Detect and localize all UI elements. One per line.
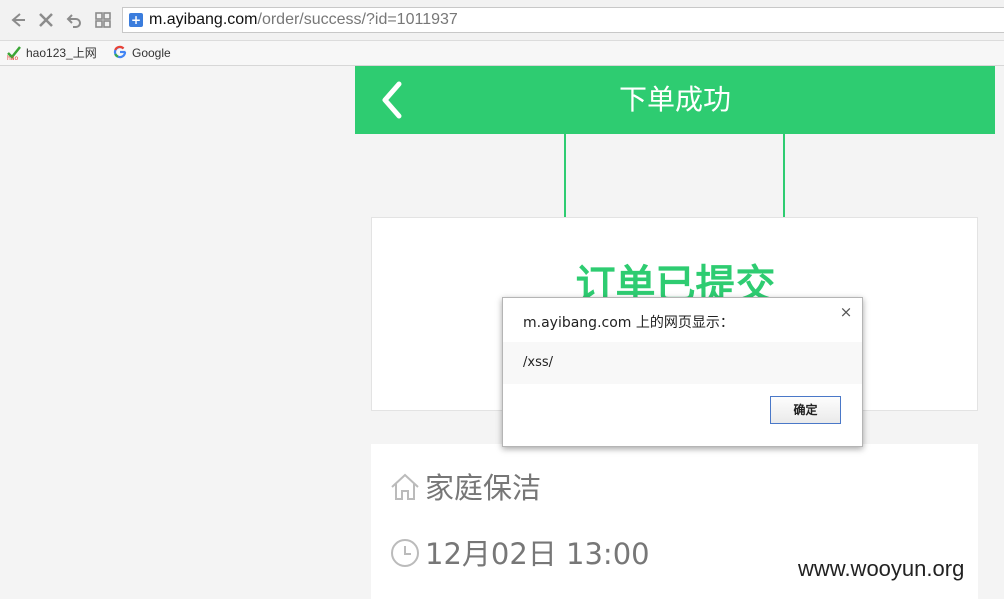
connector-line-left	[564, 134, 566, 217]
url-host: m.ayibang.com	[149, 11, 258, 28]
page-header: 下单成功	[355, 66, 995, 134]
google-icon	[112, 44, 128, 60]
service-name: 家庭保洁	[425, 471, 542, 505]
stop-icon[interactable]	[36, 10, 56, 30]
url-path: /order/success/?id=1011937	[257, 11, 458, 28]
apps-grid-icon[interactable]	[93, 10, 113, 30]
browser-toolbar: + m.ayibang.com/order/success/?id=101193…	[0, 0, 1004, 41]
security-shield-icon: +	[129, 13, 143, 27]
back-arrow-icon[interactable]	[8, 10, 28, 30]
chevron-left-icon[interactable]	[377, 80, 407, 120]
bookmark-hao123[interactable]: hao hao123_上网	[6, 43, 97, 63]
ok-button[interactable]: 确定	[770, 396, 841, 424]
dialog-message: /xss/	[523, 355, 553, 370]
service-time: 12月02日 13:00	[425, 537, 650, 571]
bookmarks-bar: hao hao123_上网 Google	[0, 41, 1004, 66]
dialog-title: m.ayibang.com 上的网页显示：	[523, 315, 734, 331]
home-icon	[389, 471, 421, 503]
clock-icon	[389, 537, 421, 569]
svg-text:hao: hao	[7, 55, 18, 60]
hao123-icon: hao	[6, 44, 22, 62]
dialog-body: /xss/	[503, 342, 862, 384]
bookmark-google-label: Google	[132, 46, 171, 60]
bookmark-hao123-label: hao123_上网	[26, 46, 97, 60]
close-icon[interactable]: ×	[838, 304, 854, 320]
url-text: m.ayibang.com/order/success/?id=1011937	[149, 11, 458, 29]
bookmark-google[interactable]: Google	[112, 43, 171, 63]
time-row: 12月02日 13:00	[389, 534, 650, 574]
connector-line-right	[783, 134, 785, 217]
address-bar[interactable]: + m.ayibang.com/order/success/?id=101193…	[122, 7, 1004, 33]
watermark: www.wooyun.org	[798, 556, 965, 581]
page-title: 下单成功	[618, 83, 731, 116]
service-row: 家庭保洁	[389, 468, 541, 508]
undo-icon[interactable]	[64, 10, 84, 30]
alert-dialog: m.ayibang.com 上的网页显示： × /xss/ 确定	[502, 297, 863, 447]
